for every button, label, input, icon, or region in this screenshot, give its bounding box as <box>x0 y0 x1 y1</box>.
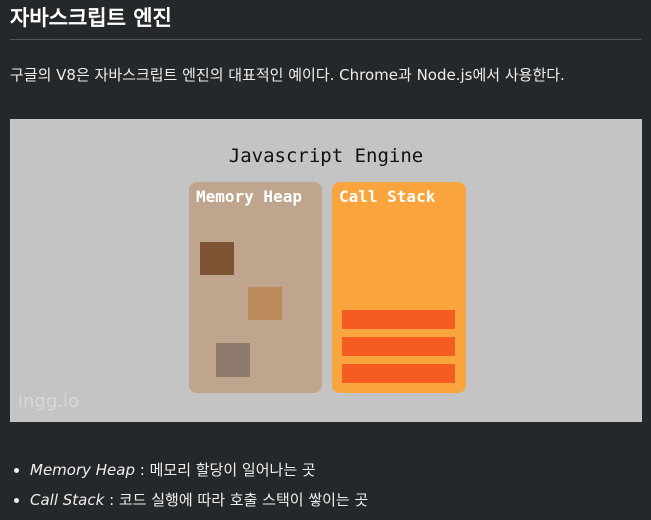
heap-object <box>200 242 234 275</box>
stack-frame <box>342 364 455 383</box>
heap-object <box>248 287 282 320</box>
intro-paragraph: 구글의 V8은 자바스크립트 엔진의 대표적인 예이다. Chrome과 Nod… <box>10 66 565 84</box>
list-item: Call Stack : 코드 실행에 따라 호출 스택이 쌓이는 곳 <box>30 485 368 515</box>
memory-heap-box: Memory Heap <box>189 182 322 393</box>
stack-frame <box>342 310 455 329</box>
heap-object <box>216 343 250 377</box>
list-item: Memory Heap : 메모리 할당이 일어나는 곳 <box>30 455 368 485</box>
term: Call Stack <box>30 491 105 509</box>
description: : 코드 실행에 따라 호출 스택이 쌓이는 곳 <box>104 491 369 509</box>
description: : 메모리 할당이 일어나는 곳 <box>135 461 316 479</box>
js-engine-diagram: Javascript Engine Memory Heap Call Stack… <box>10 119 642 422</box>
diagram-title: Javascript Engine <box>228 145 424 167</box>
divider <box>10 39 641 40</box>
call-stack-label: Call Stack <box>339 187 436 206</box>
watermark: ingg.io <box>18 391 79 412</box>
stack-frame <box>342 337 455 356</box>
term: Memory Heap <box>30 461 135 479</box>
section-heading: 자바스크립트 엔진 <box>10 6 172 30</box>
memory-heap-label: Memory Heap <box>196 187 302 206</box>
call-stack-box: Call Stack <box>332 182 466 393</box>
definition-list: Memory Heap : 메모리 할당이 일어나는 곳 Call Stack … <box>12 455 368 515</box>
